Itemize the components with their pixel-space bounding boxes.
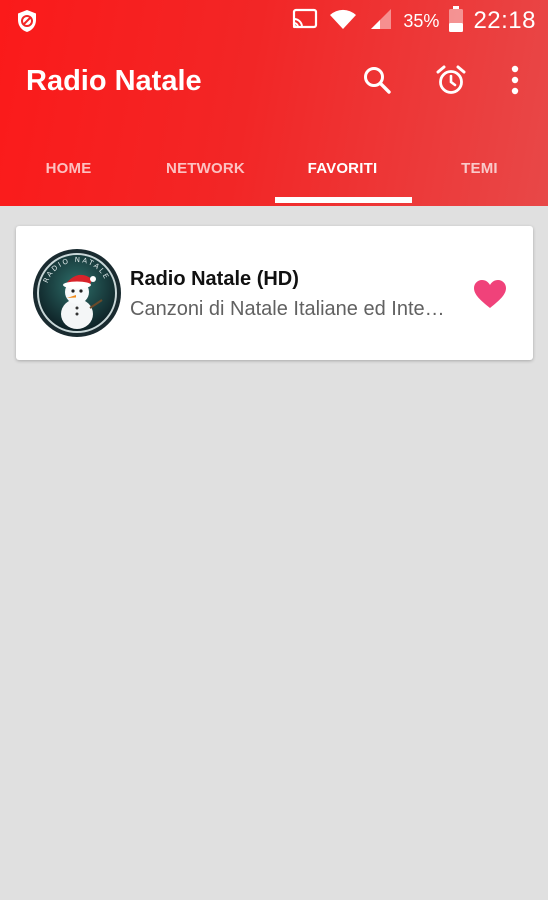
battery-icon bbox=[449, 5, 464, 37]
battery-percent: 35% bbox=[403, 10, 440, 31]
tab-favoriti[interactable]: FAVORITI bbox=[274, 130, 411, 206]
tab-network[interactable]: NETWORK bbox=[137, 130, 274, 206]
vpn-shield-icon bbox=[14, 8, 40, 34]
app-bar: 35% 22:18 Radio Natale HOME NETWORK FAVO… bbox=[0, 0, 548, 206]
cast-icon bbox=[291, 7, 319, 36]
tab-home[interactable]: HOME bbox=[0, 130, 137, 206]
favorite-button[interactable] bbox=[470, 274, 510, 314]
status-clock: 22:18 bbox=[473, 7, 536, 34]
station-card[interactable]: RADIO NATALE Radio Natale (HD) Canzoni d… bbox=[16, 226, 533, 360]
signal-icon bbox=[367, 7, 393, 36]
app-screen: 35% 22:18 Radio Natale HOME NETWORK FAVO… bbox=[0, 0, 548, 900]
wifi-icon bbox=[329, 7, 357, 36]
status-icons: 35% 22:18 bbox=[291, 4, 536, 38]
status-bar: 35% 22:18 bbox=[0, 0, 548, 44]
toolbar: Radio Natale bbox=[0, 44, 548, 124]
alarm-button[interactable] bbox=[431, 60, 471, 100]
app-title: Radio Natale bbox=[26, 65, 202, 97]
search-button[interactable] bbox=[357, 60, 397, 100]
search-icon bbox=[364, 67, 391, 94]
alarm-icon bbox=[436, 65, 466, 94]
tab-temi[interactable]: TEMI bbox=[411, 130, 548, 206]
station-name: Radio Natale (HD) bbox=[130, 268, 299, 290]
heart-icon bbox=[474, 280, 506, 308]
station-description: Canzoni di Natale Italiane ed Internazio… bbox=[130, 298, 450, 320]
station-logo: RADIO NATALE bbox=[32, 248, 122, 338]
tab-indicator bbox=[275, 197, 412, 203]
more-options-button[interactable] bbox=[495, 60, 535, 100]
more-vert-icon bbox=[511, 65, 519, 95]
tab-bar: HOME NETWORK FAVORITI TEMI bbox=[0, 130, 548, 206]
